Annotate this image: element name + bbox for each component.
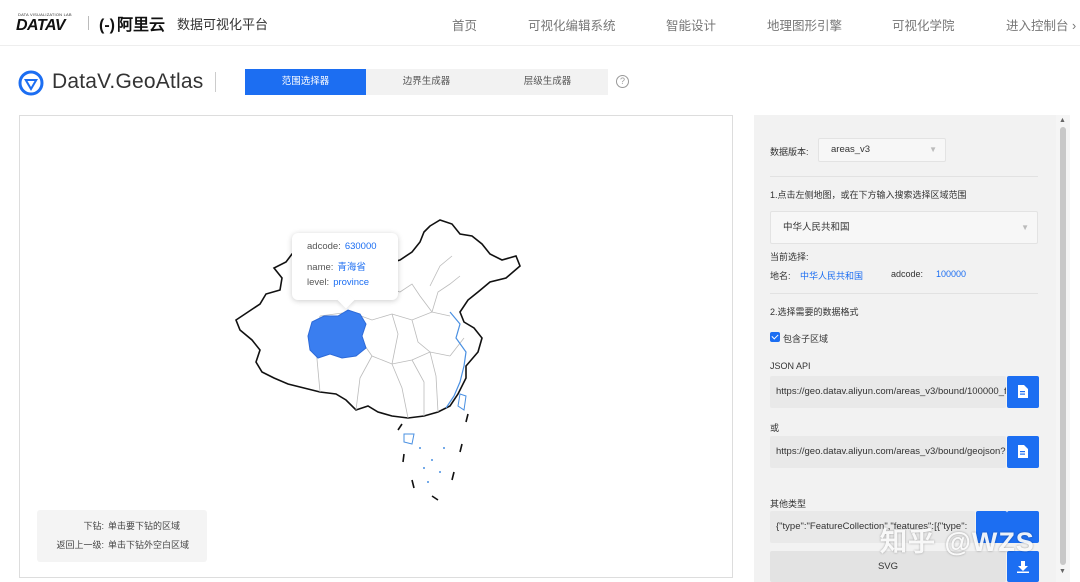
place-name-value: 中华人民共和国: [800, 271, 864, 281]
hint-key: 返回上一级:: [56, 540, 104, 550]
scroll-down-icon[interactable]: ▼: [1059, 568, 1066, 575]
brand-divider: [88, 16, 89, 30]
tooltip-adcode-value: 630000: [344, 241, 377, 252]
copy-json-api-button[interactable]: [1007, 376, 1039, 408]
map-hint-box: 下钻: 单击要下钻的区域 返回上一级: 单击下钻外空白区域: [37, 510, 207, 562]
tab-level-generator[interactable]: 层级生成器: [487, 69, 608, 95]
tooltip-adcode-row: adcode: 630000: [307, 241, 398, 259]
download-icon: [1017, 561, 1029, 573]
platform-name: 数据可视化平台: [177, 16, 269, 32]
adcode-value: 100000: [936, 269, 967, 279]
nav-home[interactable]: 首页: [452, 15, 477, 34]
other-types-label: 其他类型: [770, 499, 807, 509]
brand[interactable]: DATA VISUALIZATION LAB DATAV (-) 阿里云 数据可视…: [16, 10, 268, 36]
tooltip-adcode-label: adcode:: [307, 241, 341, 252]
tooltip-name-label: name:: [307, 262, 334, 273]
step1-label: 1.点击左侧地图，或在下方输入搜索选择区域范围: [770, 190, 967, 200]
tooltip-name-row: name: 青海省: [307, 259, 398, 277]
scroll-up-icon[interactable]: ▲: [1059, 117, 1066, 124]
help-icon[interactable]: ?: [616, 75, 629, 88]
aliyun-logo-text: 阿里云: [116, 17, 165, 34]
hint-value: 单击下钻外空白区域: [108, 540, 190, 550]
hainan: [403, 433, 415, 445]
json-api-label: JSON API: [770, 361, 811, 371]
chevron-down-icon: ▼: [929, 145, 937, 154]
divider: [770, 176, 1038, 177]
adcode-label: adcode:: [891, 269, 924, 279]
region-tooltip: adcode: 630000 name: 青海省 level: province: [292, 233, 398, 300]
hint-key: 下钻:: [83, 521, 104, 531]
geoatlas-logo-icon: [18, 70, 44, 96]
page-title: DataV.GeoAtlas: [52, 70, 204, 93]
current-selection-label: 当前选择:: [770, 252, 809, 262]
or-label: 或: [770, 423, 780, 433]
hint-go-back: 返回上一级: 单击下钻外空白区域: [37, 536, 207, 555]
aliyun-logo-mark: (-): [99, 17, 115, 34]
hint-drilldown: 下钻: 单击要下钻的区域: [37, 517, 207, 536]
map-panel[interactable]: adcode: 630000 name: 青海省 level: province 下钻…: [19, 115, 733, 578]
chevron-down-icon: ▼: [1021, 223, 1029, 232]
aliyun-logo[interactable]: (-) 阿里云: [99, 11, 165, 35]
top-navigation-bar: DATA VISUALIZATION LAB DATAV (-) 阿里云 数据可视…: [0, 0, 1080, 46]
tooltip-name-value: 青海省: [337, 262, 366, 273]
copy-icon: [1018, 445, 1028, 458]
nav-smart-design[interactable]: 智能设计: [666, 15, 716, 34]
scroll-thumb[interactable]: [1060, 127, 1066, 565]
copy-icon: [1018, 385, 1028, 398]
side-scrollbar[interactable]: ▲ ▼: [1056, 115, 1070, 582]
china-map[interactable]: [20, 116, 732, 577]
region-select-value: 中华人民共和国: [783, 222, 850, 233]
hint-value: 单击要下钻的区域: [108, 521, 181, 531]
datav-logo-text: DATAV: [16, 17, 66, 34]
data-version-label: 数据版本:: [770, 147, 809, 157]
tab-range-selector[interactable]: 范围选择器: [245, 69, 366, 95]
data-version-select[interactable]: areas_v3 ▼: [818, 138, 946, 162]
tool-header: DataV.GeoAtlas 范围选择器 边界生成器 层级生成器 ?: [0, 60, 740, 104]
copy-geojson-url-button[interactable]: [1007, 436, 1039, 468]
data-version-value: areas_v3: [831, 144, 871, 155]
include-subregions-label[interactable]: 包含子区域: [783, 332, 828, 345]
step2-label: 2.选择需要的数据格式: [770, 307, 859, 317]
include-subregions-checkbox[interactable]: [770, 332, 780, 342]
tooltip-level-value: province: [333, 277, 370, 288]
nav-geo-engine[interactable]: 地理图形引擎: [767, 15, 842, 34]
taiwan: [457, 393, 467, 411]
tooltip-level-row: level: province: [307, 277, 398, 295]
tab-boundary-generator[interactable]: 边界生成器: [366, 69, 487, 95]
datav-logo[interactable]: DATA VISUALIZATION LAB DATAV: [16, 12, 78, 34]
watermark: 知乎 @WZS: [880, 527, 1035, 557]
nine-dash-line: [397, 413, 469, 501]
nav-console[interactable]: 进入控制台 ›: [1006, 15, 1076, 34]
nav-visual-editor[interactable]: 可视化编辑系统: [528, 15, 616, 34]
region-search-select[interactable]: 中华人民共和国 ▼: [770, 211, 1038, 244]
json-api-url-field[interactable]: https://geo.datav.aliyun.com/areas_v3/bo…: [770, 376, 1006, 408]
divider: [770, 293, 1038, 294]
place-name-label: 地名:: [770, 271, 791, 281]
islands: [419, 447, 445, 483]
nav-academy[interactable]: 可视化学院: [892, 15, 955, 34]
geojson-url-field[interactable]: https://geo.datav.aliyun.com/areas_v3/bo…: [770, 436, 1006, 468]
tooltip-level-label: level:: [307, 277, 330, 288]
title-divider: [215, 72, 216, 92]
tool-tabs: 范围选择器 边界生成器 层级生成器: [245, 69, 608, 95]
